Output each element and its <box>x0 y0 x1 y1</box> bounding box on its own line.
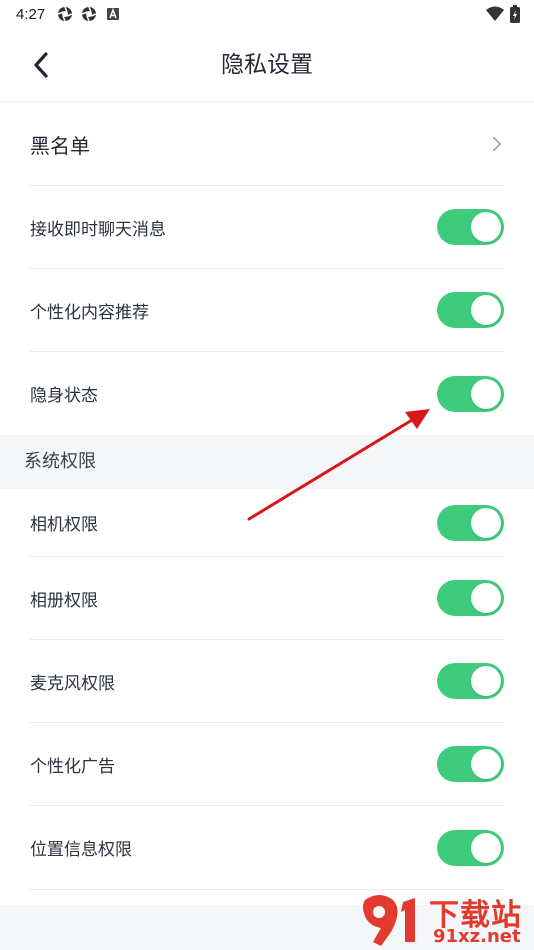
privacy-settings-card: 黑名单 接收即时聊天消息 个性化内容推荐 隐身状态 <box>0 103 534 435</box>
status-bar: 4:27 <box>0 0 534 28</box>
toggle-knob <box>471 583 501 613</box>
album-permission-label: 相册权限 <box>30 590 98 611</box>
instant-chat-toggle[interactable] <box>437 209 504 245</box>
personalized-ads-label: 个性化广告 <box>30 756 115 777</box>
toggle-knob <box>471 507 501 538</box>
blacklist-label: 黑名单 <box>30 133 90 158</box>
microphone-permission-toggle[interactable] <box>437 663 504 699</box>
battery-charging-icon <box>510 5 520 23</box>
personalized-ads-toggle[interactable] <box>437 746 504 782</box>
blacklist-row[interactable]: 黑名单 <box>30 103 504 186</box>
microphone-permission-row: 麦克风权限 <box>30 640 504 723</box>
status-right-group <box>486 5 520 23</box>
instant-chat-row: 接收即时聊天消息 <box>30 186 504 269</box>
watermark-logo: 下载站 91xz.net <box>359 890 534 950</box>
status-time: 4:27 <box>16 5 46 23</box>
chevron-right-icon <box>493 137 502 151</box>
camera-permission-toggle[interactable] <box>437 504 504 541</box>
personalized-content-label: 个性化内容推荐 <box>30 302 149 323</box>
watermark-domain: 91xz.net <box>433 926 521 947</box>
invisible-status-label: 隐身状态 <box>30 386 98 406</box>
camera-permission-label: 相机权限 <box>30 515 98 535</box>
chevron-left-icon <box>34 52 48 78</box>
page-title: 隐私设置 <box>221 52 313 78</box>
back-button[interactable] <box>26 50 56 80</box>
toggle-knob <box>471 295 501 325</box>
system-permissions-header: 系统权限 <box>24 451 96 472</box>
toggle-knob <box>471 212 501 242</box>
personalized-content-row: 个性化内容推荐 <box>30 269 504 352</box>
album-permission-row: 相册权限 <box>30 557 504 640</box>
location-permission-label: 位置信息权限 <box>30 840 132 860</box>
invisible-status-toggle[interactable] <box>437 375 504 412</box>
notification-a-icon <box>107 7 120 20</box>
toggle-knob <box>471 378 501 409</box>
toggle-knob <box>471 666 501 696</box>
location-permission-row: 位置信息权限 <box>30 806 504 890</box>
invisible-status-row: 隐身状态 <box>30 352 504 435</box>
aperture-icon <box>57 6 73 22</box>
navigation-bar: 隐私设置 <box>0 28 534 102</box>
aperture-icon <box>81 6 97 22</box>
personalized-ads-row: 个性化广告 <box>30 723 504 806</box>
microphone-permission-label: 麦克风权限 <box>30 673 115 694</box>
personalized-content-toggle[interactable] <box>437 292 504 328</box>
watermark-91-badge <box>363 895 415 946</box>
wifi-icon <box>486 6 504 21</box>
toggle-knob <box>471 832 501 863</box>
system-permissions-card: 相机权限 相册权限 麦克风权限 个性化广告 位置信息权限 <box>0 489 534 905</box>
toggle-knob <box>471 749 501 779</box>
album-permission-toggle[interactable] <box>437 580 504 616</box>
camera-permission-row: 相机权限 <box>30 489 504 557</box>
instant-chat-label: 接收即时聊天消息 <box>30 219 166 240</box>
location-permission-toggle[interactable] <box>437 829 504 866</box>
